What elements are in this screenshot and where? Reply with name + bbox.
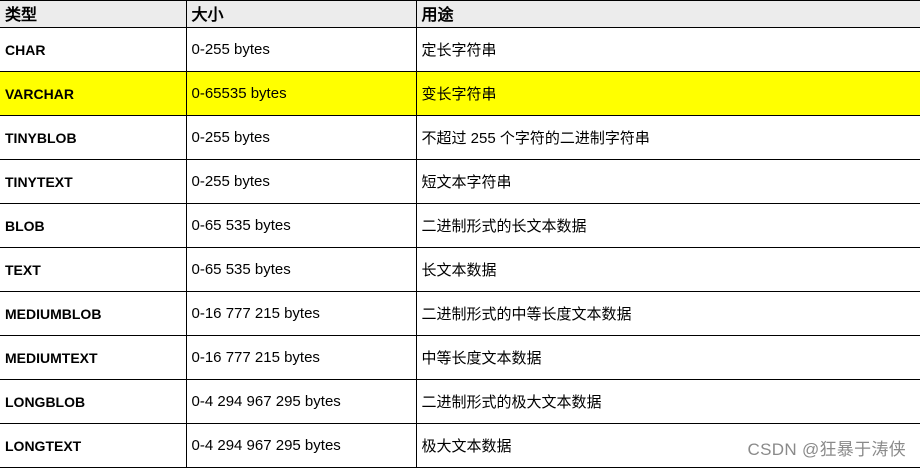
size-cell: 0-16 777 215 bytes xyxy=(185,291,417,336)
header-type: 类型 xyxy=(0,0,187,28)
table-row: TEXT 0-65 535 bytes 长文本数据 xyxy=(0,247,920,292)
mysql-string-types-table: 类型 大小 用途 CHAR 0-255 bytes 定长字符串 VARCHAR 0-65… xyxy=(0,0,920,468)
table-row: TINYBLOB 0-255 bytes 不超过 255 个字符的二进制字符串 xyxy=(0,115,920,160)
use-cell: 二进制形式的中等长度文本数据 xyxy=(415,291,920,336)
table-body: CHAR 0-255 bytes 定长字符串 VARCHAR 0-65535 bytes… xyxy=(0,27,920,468)
type-cell: CHAR xyxy=(0,27,187,72)
table-row: VARCHAR 0-65535 bytes 变长字符串 xyxy=(0,71,920,116)
size-cell: 0-4 294 967 295 bytes xyxy=(185,423,417,468)
type-cell: TINYBLOB xyxy=(0,115,187,160)
type-cell: VARCHAR xyxy=(0,71,187,116)
header-size: 大小 xyxy=(185,0,417,28)
table-row: BLOB 0-65 535 bytes 二进制形式的长文本数据 xyxy=(0,203,920,248)
table-row: TINYTEXT 0-255 bytes 短文本字符串 xyxy=(0,159,920,204)
use-cell: 变长字符串 xyxy=(415,71,920,116)
header-use: 用途 xyxy=(415,0,920,28)
type-cell: BLOB xyxy=(0,203,187,248)
use-cell: 二进制形式的长文本数据 xyxy=(415,203,920,248)
use-cell: 短文本字符串 xyxy=(415,159,920,204)
table-row: LONGBLOB 0-4 294 967 295 bytes 二进制形式的极大文本数… xyxy=(0,379,920,424)
use-cell: 不超过 255 个字符的二进制字符串 xyxy=(415,115,920,160)
type-cell: MEDIUMBLOB xyxy=(0,291,187,336)
size-cell: 0-65 535 bytes xyxy=(185,247,417,292)
use-cell: 二进制形式的极大文本数据 xyxy=(415,379,920,424)
csdn-watermark: CSDN @狂暴于涛侠 xyxy=(747,440,906,459)
size-cell: 0-255 bytes xyxy=(185,159,417,204)
use-cell: 定长字符串 xyxy=(415,27,920,72)
size-cell: 0-4 294 967 295 bytes xyxy=(185,379,417,424)
size-cell: 0-65 535 bytes xyxy=(185,203,417,248)
header-row: 类型 大小 用途 xyxy=(0,0,920,28)
use-cell: 长文本数据 xyxy=(415,247,920,292)
type-cell: TEXT xyxy=(0,247,187,292)
type-cell: LONGTEXT xyxy=(0,423,187,468)
type-cell: TINYTEXT xyxy=(0,159,187,204)
type-cell: LONGBLOB xyxy=(0,379,187,424)
table-row: CHAR 0-255 bytes 定长字符串 xyxy=(0,27,920,72)
size-cell: 0-16 777 215 bytes xyxy=(185,335,417,380)
type-cell: MEDIUMTEXT xyxy=(0,335,187,380)
table-row: MEDIUMBLOB 0-16 777 215 bytes 二进制形式的中等长度文本… xyxy=(0,291,920,336)
size-cell: 0-255 bytes xyxy=(185,115,417,160)
table-row: MEDIUMTEXT 0-16 777 215 bytes 中等长度文本数据 xyxy=(0,335,920,380)
size-cell: 0-255 bytes xyxy=(185,27,417,72)
table-header: 类型 大小 用途 xyxy=(0,0,920,28)
use-cell: 中等长度文本数据 xyxy=(415,335,920,380)
size-cell: 0-65535 bytes xyxy=(185,71,417,116)
